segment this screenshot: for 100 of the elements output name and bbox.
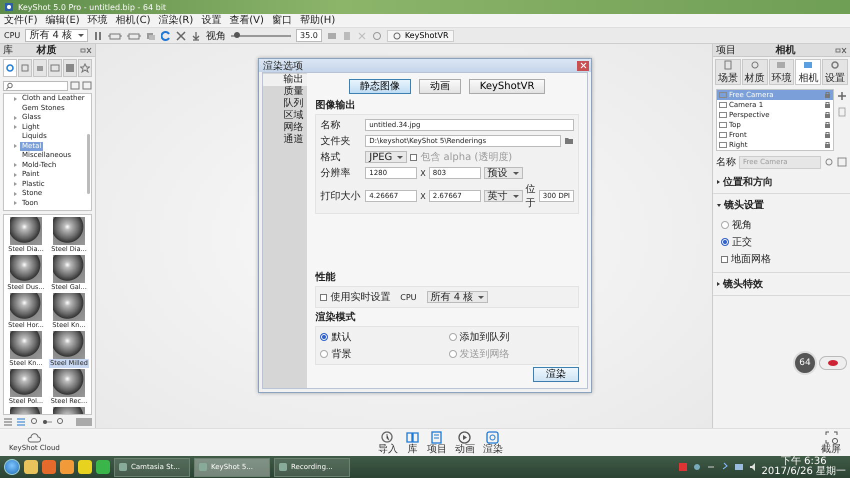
panel-tab[interactable]: 材质: [742, 59, 768, 85]
dock-button[interactable]: 库: [402, 430, 422, 454]
lock-icon[interactable]: [824, 131, 831, 139]
pin-close-icon[interactable]: [80, 46, 92, 54]
radio-label[interactable]: 添加到队列: [460, 330, 510, 344]
menu-item[interactable]: 编辑(E): [42, 14, 84, 27]
folder-icon[interactable]: [564, 136, 574, 146]
zoom-out-icon[interactable]: [29, 416, 39, 426]
app-icon[interactable]: [78, 460, 92, 474]
add-icon[interactable]: [837, 91, 847, 101]
circle-icon[interactable]: [372, 30, 382, 40]
material-thumbnail[interactable]: [53, 255, 85, 283]
menu-item[interactable]: 相机(C): [112, 14, 154, 27]
list-view-icon[interactable]: [3, 416, 13, 426]
lock-icon[interactable]: [824, 111, 831, 119]
slider-thumb[interactable]: [234, 32, 240, 38]
radio-button[interactable]: [320, 350, 328, 358]
close-button[interactable]: [577, 60, 589, 70]
mode-tab[interactable]: 静态图像: [348, 79, 411, 94]
checkbox[interactable]: [721, 256, 728, 262]
radio-button[interactable]: [320, 333, 328, 341]
reset-icon[interactable]: [824, 157, 834, 167]
library-tab[interactable]: [3, 59, 17, 77]
app-icon[interactable]: [60, 460, 74, 474]
radio-button[interactable]: [448, 333, 457, 341]
clock[interactable]: 下午 6:36 2017/6/26 星期一: [762, 457, 846, 477]
panel-tab[interactable]: 场景: [715, 59, 741, 85]
pause-icon[interactable]: [93, 30, 103, 40]
nav-item[interactable]: 网络: [263, 122, 308, 134]
material-thumbnail[interactable]: [53, 293, 85, 321]
frame-icon[interactable]: [108, 30, 122, 40]
section-header[interactable]: 位置和方向: [717, 175, 846, 189]
frame-icon[interactable]: [127, 30, 141, 40]
menu-item[interactable]: 文件(F): [0, 14, 42, 27]
keyshotvr-button[interactable]: KeyShotVR: [386, 30, 454, 42]
unit-select[interactable]: 英寸: [484, 190, 523, 202]
panel-tab[interactable]: 设置: [822, 59, 848, 85]
screenshot-button[interactable]: 截屏: [818, 430, 844, 454]
lock-icon[interactable]: [824, 121, 831, 129]
expand-arrow-icon[interactable]: [14, 125, 17, 130]
material-thumbnail[interactable]: [10, 217, 42, 245]
menu-item[interactable]: 帮助(H): [296, 14, 340, 27]
preset-select[interactable]: 预设: [484, 167, 523, 179]
scrollbar[interactable]: [87, 134, 90, 194]
material-thumbnail[interactable]: [10, 255, 42, 283]
expand-arrow-icon[interactable]: [14, 201, 17, 206]
app-icon[interactable]: [96, 460, 110, 474]
nav-item[interactable]: 通道: [263, 134, 308, 146]
nav-item[interactable]: 队列: [263, 98, 308, 110]
dock-button[interactable]: 项目: [424, 430, 450, 454]
grid-view-icon[interactable]: [16, 416, 26, 426]
radio-button[interactable]: [721, 238, 729, 246]
library-tab[interactable]: [33, 59, 47, 77]
format-select[interactable]: JPEG: [365, 151, 408, 163]
cpu-select[interactable]: 所有 4 核: [426, 291, 488, 303]
down-arrow-icon[interactable]: [191, 30, 201, 40]
library-tab[interactable]: [63, 59, 77, 77]
checkbox-label[interactable]: 地面网格: [731, 252, 771, 266]
nav-item[interactable]: 质量: [263, 86, 308, 98]
start-button[interactable]: [4, 459, 20, 475]
menu-item[interactable]: 窗口: [268, 14, 296, 27]
render-button[interactable]: 渲染: [533, 367, 579, 382]
radio-label[interactable]: 背景: [331, 347, 352, 361]
library-tab[interactable]: [78, 59, 92, 77]
panel-tab[interactable]: 相机: [795, 59, 822, 85]
app-icon[interactable]: [42, 460, 56, 474]
material-thumbnail[interactable]: [10, 369, 42, 397]
dock-button[interactable]: 渲染: [480, 430, 506, 454]
checkbox-label[interactable]: 使用实时设置: [330, 290, 390, 304]
checkbox[interactable]: [320, 294, 328, 300]
menu-item[interactable]: 环境: [84, 14, 112, 27]
radio-button[interactable]: [721, 221, 729, 229]
search-field[interactable]: [3, 81, 68, 91]
dock-button[interactable]: 动画: [452, 430, 478, 454]
section-header[interactable]: 镜头设置: [717, 198, 846, 212]
dock-button[interactable]: 导入: [374, 430, 401, 454]
zoom-in-icon[interactable]: [55, 416, 65, 426]
expand-arrow-icon[interactable]: [14, 144, 17, 148]
library-tab[interactable]: [48, 59, 62, 77]
section-header[interactable]: 镜头特效: [717, 277, 846, 291]
panel-tab[interactable]: 环境: [768, 59, 794, 85]
menu-item[interactable]: 设置: [197, 14, 226, 27]
cpu-select[interactable]: 所有 4 核: [25, 29, 88, 42]
expand-arrow-icon[interactable]: [14, 172, 17, 177]
menu-item[interactable]: 查看(V): [225, 14, 268, 27]
lock-icon[interactable]: [824, 101, 831, 109]
material-thumbnail[interactable]: [10, 331, 42, 359]
expand-arrow-icon[interactable]: [14, 182, 17, 186]
view-angle-field[interactable]: 35.0: [296, 29, 322, 42]
radio-label[interactable]: 默认: [331, 330, 352, 344]
material-thumbnail[interactable]: [53, 217, 85, 245]
panel-tab[interactable]: 项目: [716, 44, 736, 57]
save-icon[interactable]: [837, 157, 847, 167]
pin-close-icon[interactable]: [835, 46, 847, 54]
panel-tab[interactable]: 库: [3, 44, 13, 57]
volume-icon[interactable]: [748, 462, 758, 472]
nav-item[interactable]: 输出: [263, 74, 308, 86]
material-thumbnail[interactable]: [10, 293, 42, 321]
material-thumbnail[interactable]: [53, 369, 85, 397]
lock-icon[interactable]: [824, 141, 831, 149]
